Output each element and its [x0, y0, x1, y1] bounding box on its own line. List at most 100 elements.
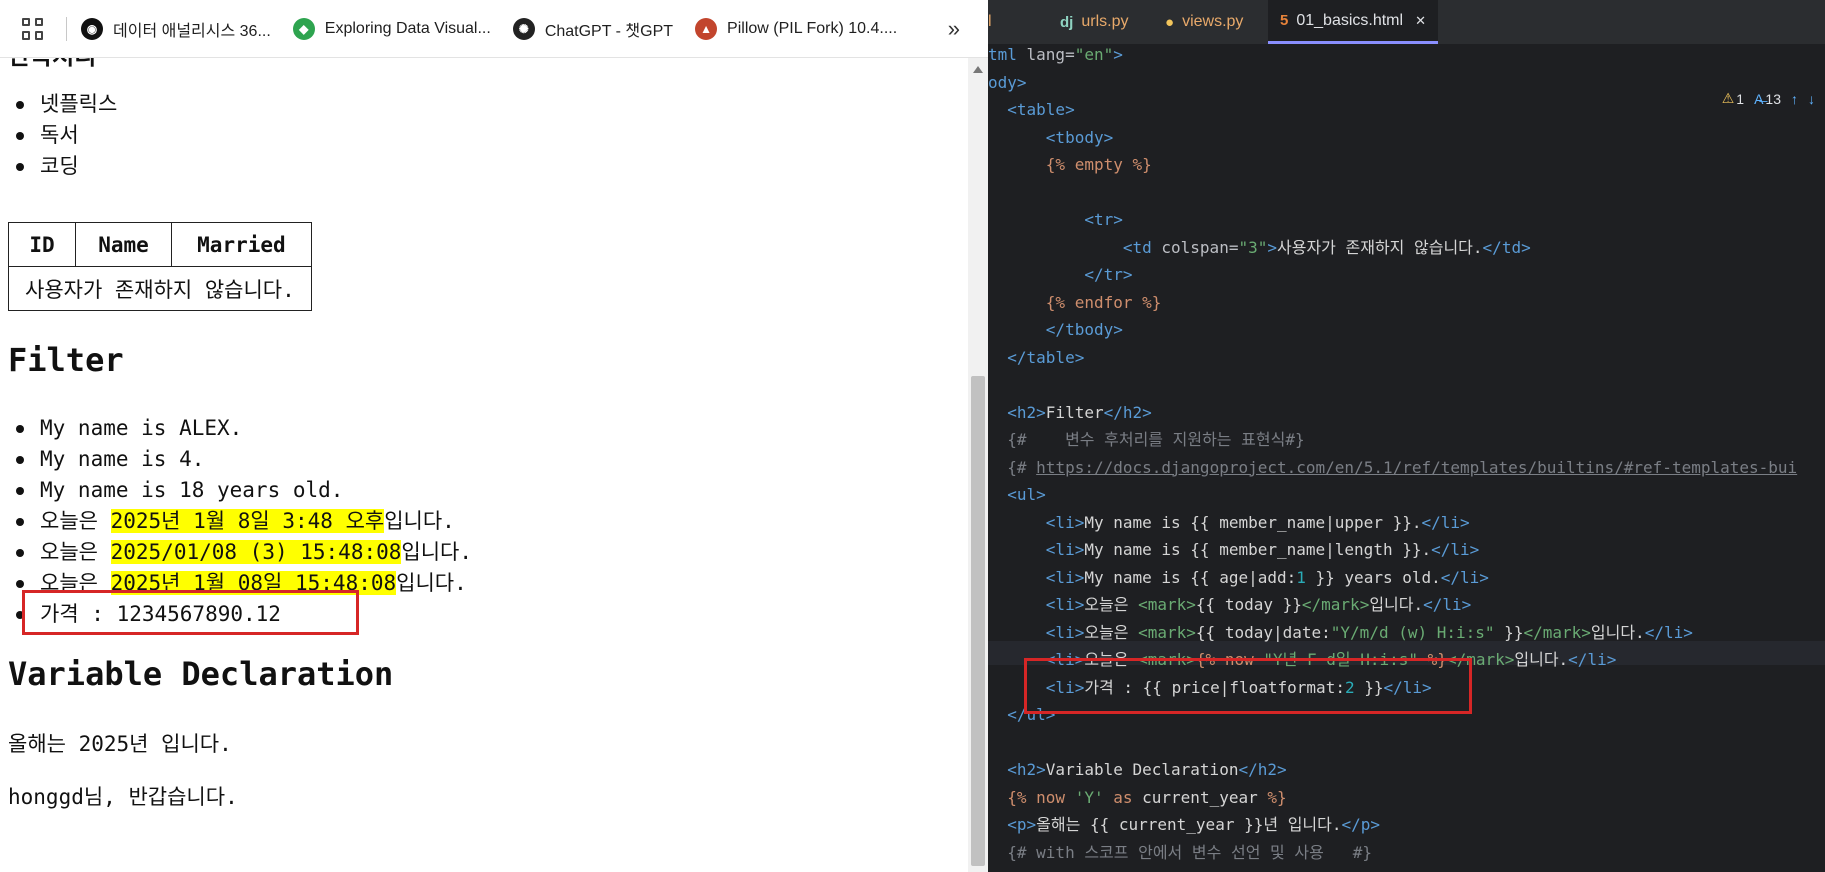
code-token: </li>	[1431, 540, 1480, 559]
tab-label: l	[988, 13, 992, 30]
code-token: <ul>	[988, 485, 1046, 504]
next-highlight-arrow-icon[interactable]: ↓	[1808, 91, 1815, 107]
code-token: <h2>	[988, 402, 1046, 422]
tab-01-basics-html[interactable]: 5 01_basics.html ✕	[1268, 0, 1438, 44]
code-token: <li>	[988, 567, 1085, 587]
inspection-widget[interactable]: ⚠ 1 A̶ 13 ↑ ↓	[1722, 90, 1825, 107]
code-token: {{ today|date:	[1195, 622, 1331, 642]
code-token: <mark>	[1138, 595, 1196, 614]
item-text: 입니다.	[401, 540, 473, 564]
code-token: </mark>	[1446, 650, 1515, 669]
tab-label: 01_basics.html	[1296, 11, 1404, 29]
code-token: {{ today }}	[1195, 595, 1302, 614]
bookmark-list: ◉ 데이터 애널리시스 36... ◆ Exploring Data Visual..…	[81, 17, 919, 41]
more-bookmarks-chevron-icon[interactable]: »	[948, 16, 960, 42]
code-token: </li>	[1440, 567, 1489, 587]
code-line: </table>	[988, 346, 1084, 370]
code-line: <li>My name is {{ member_name|length }}.…	[988, 538, 1479, 562]
warning-count: 1	[1736, 90, 1745, 107]
code-token: {#	[988, 457, 1037, 477]
apps-grid-icon[interactable]	[22, 17, 44, 40]
bookmark-item[interactable]: ◆ Exploring Data Visual...	[292, 17, 491, 41]
typo-count: 13	[1765, 90, 1781, 107]
code-token: 2	[1344, 677, 1355, 697]
code-token: <li>	[988, 650, 1085, 669]
bookmark-label: 데이터 애널리시스 36...	[113, 22, 271, 40]
bookmarks-divider	[66, 16, 67, 41]
openai-icon: ✺	[512, 17, 535, 40]
code-token: }} years old.	[1305, 567, 1441, 587]
tab-l[interactable]: l	[988, 0, 1028, 44]
code-token: 입니다.	[1514, 650, 1569, 669]
bookmark-item[interactable]: ▲ Pillow (PIL Fork) 10.4....	[695, 17, 897, 41]
code-line: {% now 'Y' as current_year %}	[988, 786, 1286, 810]
code-token: <p>	[988, 815, 1037, 834]
browser-window: ◉ 데이터 애널리시스 36... ◆ Exploring Data Visual..…	[0, 0, 988, 872]
warning-icon: ⚠	[1721, 90, 1735, 106]
code-token: My name is {{ member_name|length }}.	[1084, 540, 1432, 559]
code-editor: l dj urls.py ● views.py 5 01_basics.html ✕ ⚠ 1 A…	[988, 0, 1825, 872]
code-token: colspan=	[1161, 237, 1239, 257]
code-token: <li>	[988, 677, 1085, 697]
code-line: <li>My name is {{ age|add:1 }} years old…	[988, 566, 1489, 590]
code-token: <mark>	[1138, 622, 1196, 642]
code-token: My name is {{ member_name|upper }}.	[1084, 512, 1422, 532]
column-header: Married	[171, 222, 312, 267]
highlighted-date: 2025년 1월 8일 3:48 오후	[110, 509, 385, 533]
code-line: <li>오늘은 <mark>{% now "Y년 F d일 H:i:s" %}<…	[988, 648, 1617, 672]
code-token: </h2>	[1103, 402, 1152, 422]
code-token: </li>	[1423, 595, 1472, 614]
tab-label: urls.py	[1081, 13, 1129, 30]
item-text: 오늘은	[40, 571, 111, 595]
code-token: <tr>	[988, 210, 1123, 229]
bookmark-item[interactable]: ◉ 데이터 애널리시스 36...	[81, 17, 271, 41]
highlighted-date: 2025년 1월 08일 15:48:08	[110, 571, 397, 595]
code-token: <tbody>	[988, 127, 1114, 147]
code-line: <tr>	[988, 208, 1123, 232]
list-item: 독서	[16, 120, 79, 150]
code-token: 입니다.	[1369, 595, 1424, 614]
code-token: </mark>	[1523, 622, 1591, 642]
bookmark-label: ChatGPT - 챗GPT	[544, 22, 674, 40]
code-token: {% empty %}	[988, 155, 1152, 174]
bookmark-item[interactable]: ✺ ChatGPT - 챗GPT	[512, 17, 674, 41]
table-header-row: ID Name Married	[8, 222, 312, 267]
code-token: <mark>	[1138, 650, 1196, 669]
code-token: >	[1267, 237, 1277, 257]
code-token: <li>	[988, 595, 1085, 614]
item-text: 입니다.	[384, 509, 455, 533]
tab-urls-py[interactable]: dj urls.py	[1048, 0, 1148, 44]
code-token: </li>	[1568, 650, 1617, 669]
prev-highlight-arrow-icon[interactable]: ↑	[1791, 91, 1798, 107]
tab-views-py[interactable]: ● views.py	[1153, 0, 1261, 44]
scrollbar-thumb[interactable]	[971, 376, 985, 866]
bookmarks-bar: ◉ 데이터 애널리시스 36... ◆ Exploring Data Visual..…	[0, 0, 988, 58]
code-token: 사용자가 존재하지 않습니다.	[1277, 237, 1483, 257]
code-token: </table>	[988, 347, 1085, 367]
code-line: <h2>Filter</h2>	[988, 401, 1152, 425]
code-token: 가격 : {{ price|floatformat:	[1084, 677, 1345, 697]
scroll-up-arrow-icon[interactable]	[973, 66, 983, 73]
code-line: {# with 스코프 안에서 변수 선언 및 사용 #}	[988, 841, 1372, 865]
greeting-text: honggd님, 반갑습니다.	[8, 785, 238, 809]
code-token: {% now	[1195, 650, 1264, 669]
code-token: 오늘은	[1084, 650, 1139, 669]
code-area[interactable]: ⚠ 1 A̶ 13 ↑ ↓ tml lang="en"> ody> <table> <t…	[988, 44, 1825, 872]
github-icon: ◉	[81, 17, 103, 40]
close-tab-icon[interactable]: ✕	[1415, 13, 1426, 29]
code-token: Filter	[1045, 402, 1104, 422]
code-token: {# 변수 후처리를 지원하는 표현식#}	[988, 430, 1305, 449]
code-token: https://docs.djangoproject.com/en/5.1/re…	[1036, 457, 1798, 477]
code-token: </li>	[1644, 622, 1693, 642]
code-line: {# 변수 후처리를 지원하는 표현식#}	[988, 428, 1305, 452]
html5-icon: 5	[1280, 12, 1289, 29]
page-scrollbar[interactable]	[968, 58, 988, 872]
item-text: 오늘은	[40, 540, 111, 564]
code-token: </li>	[1383, 677, 1432, 697]
code-token: ody>	[988, 72, 1027, 92]
code-token: 올해는 {{ current_year }}년 입니다.	[1036, 815, 1342, 834]
code-token: </mark>	[1301, 595, 1370, 614]
django-icon: dj	[1060, 13, 1074, 31]
code-token: <li>	[988, 622, 1085, 642]
code-token: My name is {{ age|add:	[1084, 567, 1297, 587]
